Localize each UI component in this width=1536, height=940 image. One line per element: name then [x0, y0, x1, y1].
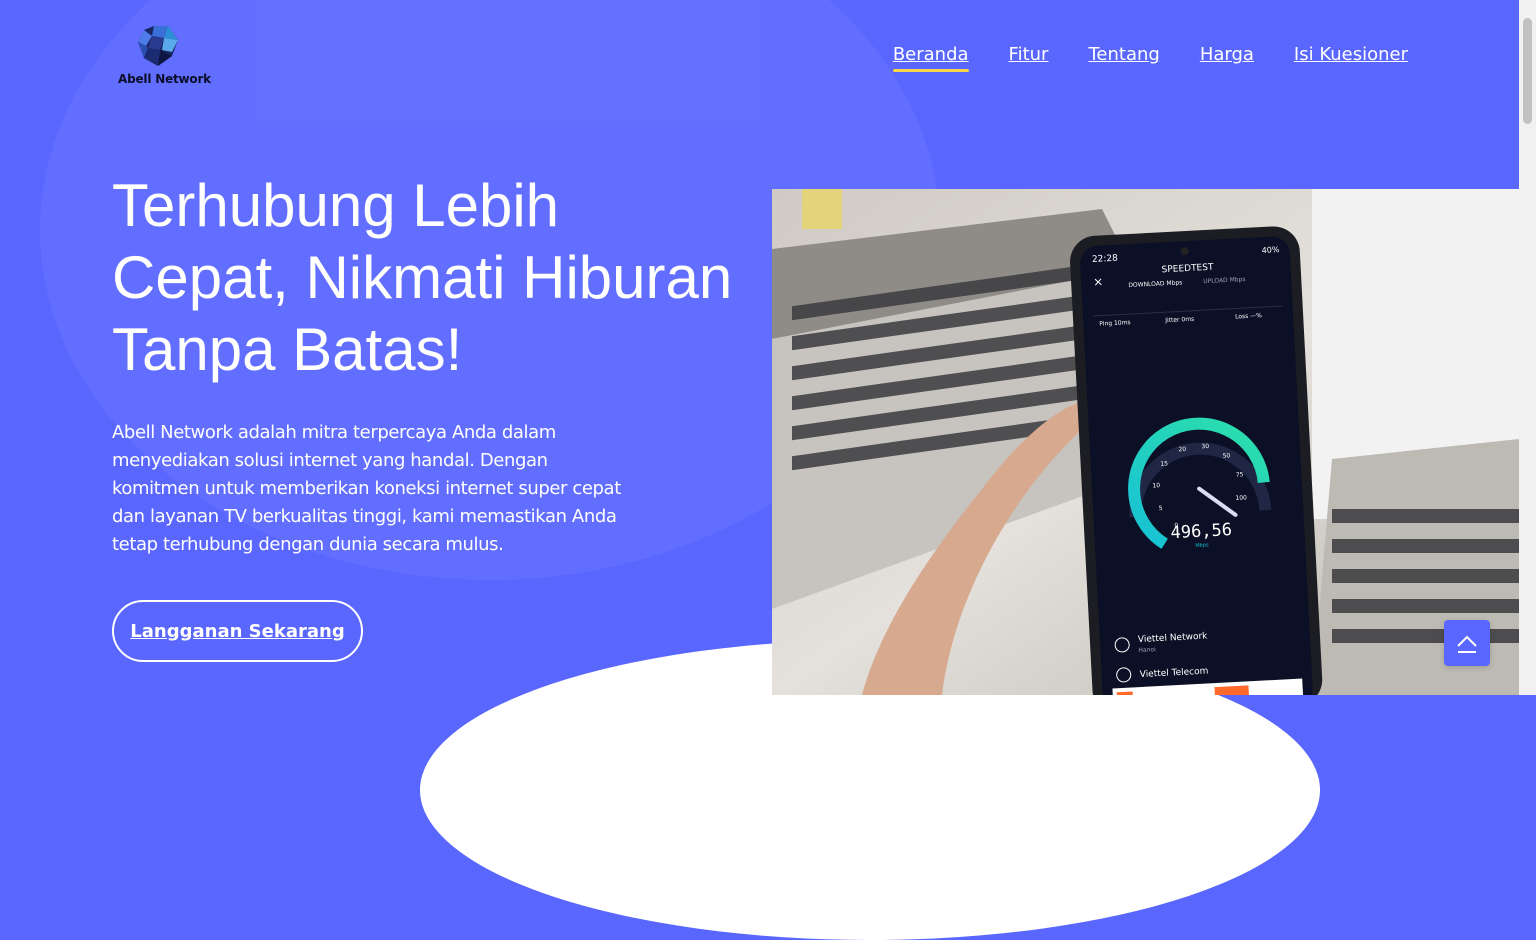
gauge-tick-label: 75	[1236, 471, 1244, 478]
nav-tentang[interactable]: Tentang	[1088, 44, 1159, 65]
hero-title-line-3: Tanpa Batas!	[112, 316, 463, 383]
gauge-tick-label: 10	[1152, 482, 1160, 489]
svg-text:×: ×	[1093, 274, 1104, 289]
main-nav: Beranda Fitur Tentang Harga Isi Kuesione…	[892, 44, 1408, 72]
back-to-top-button[interactable]	[1444, 620, 1490, 666]
provider-city: Hanoi	[1138, 646, 1156, 654]
gauge-tick-label: 20	[1178, 446, 1186, 453]
speed-value: 496,56	[1170, 520, 1232, 543]
subscribe-now-button[interactable]: Langganan Sekarang	[112, 600, 363, 662]
hero-title-line-1: Terhubung Lebih	[112, 172, 560, 239]
page-scrollbar[interactable]	[1519, 0, 1536, 695]
brand-name: Abell Network	[118, 72, 211, 86]
photo-illustration: 22:28 40% × SPEEDTEST DOWNLOAD Mbps UPLO…	[772, 189, 1519, 695]
nav-harga[interactable]: Harga	[1200, 44, 1254, 65]
hexagon-globe-logo	[138, 26, 178, 66]
speedtest-phone-photo: 22:28 40% × SPEEDTEST DOWNLOAD Mbps UPLO…	[772, 189, 1519, 695]
gauge-tick-label: 30	[1201, 443, 1209, 450]
gauge-tick-label: 5	[1159, 505, 1163, 512]
speed-unit: Mbps	[1195, 542, 1209, 549]
phone-time: 22:28	[1092, 254, 1119, 265]
loss-value: Loss —%	[1235, 312, 1262, 320]
nav-fitur[interactable]: Fitur	[1009, 44, 1049, 65]
hero-description: Abell Network adalah mitra terpercaya An…	[112, 422, 621, 555]
nav-isi-kuesioner[interactable]: Isi Kuesioner	[1294, 44, 1408, 65]
gauge-tick-label: 15	[1160, 460, 1168, 467]
hero-title-line-2: Cepat, Nikmati Hiburan	[112, 244, 733, 311]
hero-title: Terhubung Lebih Cepat, Nikmati Hiburan T…	[112, 170, 752, 386]
chevron-up-icon	[1457, 635, 1477, 653]
nav-beranda[interactable]: Beranda	[892, 44, 969, 72]
gauge-tick-label: 100	[1235, 494, 1247, 502]
gauge-tick-label: 50	[1222, 452, 1230, 459]
scrollbar-thumb[interactable]	[1523, 18, 1532, 124]
brand-logo[interactable]: Abell Network	[118, 22, 211, 86]
phone-battery: 40%	[1261, 245, 1280, 255]
